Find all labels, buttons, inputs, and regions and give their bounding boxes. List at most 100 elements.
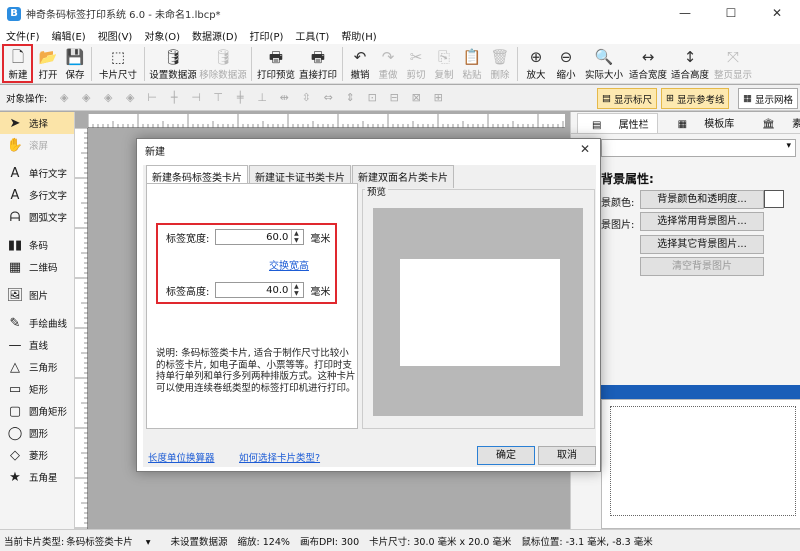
tab-templates[interactable]: ▦ 模板库 bbox=[664, 113, 743, 132]
tool-multi-line-text[interactable]: A 多行文字 bbox=[0, 184, 74, 206]
spinner-arrows-icon[interactable]: ▲ ▼ bbox=[291, 230, 300, 244]
menu-item[interactable]: 文件(F) bbox=[6, 28, 40, 43]
other-background-image-button[interactable]: 选择其它背景图片... bbox=[640, 235, 764, 254]
close-button[interactable]: ✕ bbox=[754, 0, 800, 27]
menu-item[interactable]: 帮助(H) bbox=[341, 28, 376, 43]
fit-width-icon: ↔ bbox=[641, 48, 655, 66]
ungroup-icon[interactable]: ⊟ bbox=[385, 91, 403, 105]
undo-button[interactable]: ↶ 撤销 bbox=[346, 44, 374, 82]
toolbar-separator bbox=[251, 47, 252, 81]
width-input[interactable]: 60.0 ▲ ▼ bbox=[215, 229, 305, 245]
tool-arc-text[interactable]: ᗩ 圆弧文字 bbox=[0, 206, 74, 228]
remove-database-button[interactable]: 🛢 移除数据源 bbox=[198, 44, 248, 82]
maximize-button[interactable]: ☐ bbox=[708, 0, 754, 27]
tool-hand[interactable]: ✋ 滚屏 bbox=[0, 134, 74, 156]
tool-barcode[interactable]: ▮▮ 条码 bbox=[0, 234, 74, 256]
layer-top-icon[interactable]: ◈ bbox=[99, 91, 117, 105]
background-heading: 背景属性: bbox=[601, 172, 654, 186]
minimize-button[interactable]: — bbox=[662, 0, 708, 27]
paste-button[interactable]: 📋 粘贴 bbox=[458, 44, 486, 82]
tool-image[interactable]: 🖼 图片 bbox=[0, 284, 74, 306]
toolbar-label: 粘贴 bbox=[462, 70, 482, 81]
background-color-label: 景颜色: bbox=[601, 198, 635, 209]
align-left-icon[interactable]: ⊢ bbox=[143, 91, 161, 105]
tab-properties[interactable]: ▤ 属性栏 bbox=[577, 112, 658, 133]
full-page-button[interactable]: ⤧ 整页显示 bbox=[711, 44, 755, 82]
tab-materials[interactable]: 🏛 素材库 bbox=[748, 113, 800, 132]
show-grid-toggle[interactable]: ▦ 显示网格 bbox=[738, 88, 798, 109]
tool-ellipse[interactable]: ◯ 圆形 bbox=[0, 422, 74, 444]
tool-label: 多行文字 bbox=[29, 191, 68, 202]
layer-up-icon[interactable]: ◈ bbox=[55, 91, 73, 105]
align-right-icon[interactable]: ⊣ bbox=[187, 91, 205, 105]
preview-label-shape bbox=[400, 259, 560, 366]
group-icon[interactable]: ⊡ bbox=[363, 91, 381, 105]
tool-rectangle[interactable]: ▭ 矩形 bbox=[0, 378, 74, 400]
layer-bottom-icon[interactable]: ◈ bbox=[121, 91, 139, 105]
redo-button[interactable]: ↷ 重做 bbox=[374, 44, 402, 82]
print-preview-button[interactable]: 🖶 打印预览 bbox=[255, 44, 297, 82]
toolbar-label: 打开 bbox=[38, 70, 58, 81]
toolbar-label: 直接打印 bbox=[298, 70, 337, 81]
tool-triangle[interactable]: △ 三角形 bbox=[0, 356, 74, 378]
tool-line[interactable]: — 直线 bbox=[0, 334, 74, 356]
show-ruler-toggle[interactable]: ▤ 显示标尺 bbox=[597, 88, 657, 109]
lock-icon[interactable]: ⊠ bbox=[407, 91, 425, 105]
swap-width-height-link[interactable]: 交换宽高 bbox=[269, 257, 309, 272]
card-type-dropdown[interactable]: 条码标签类卡片 ▾ bbox=[66, 534, 160, 548]
fit-width-button[interactable]: ↔ 适合宽度 bbox=[627, 44, 669, 82]
ok-button[interactable]: 确定 bbox=[477, 446, 535, 465]
menu-item[interactable]: 视图(V) bbox=[98, 28, 133, 43]
tool-single-line-text[interactable]: A 单行文字 bbox=[0, 162, 74, 184]
zoom-in-button[interactable]: ⊕ 放大 bbox=[521, 44, 551, 82]
align-middle-icon[interactable]: ╪ bbox=[231, 91, 249, 105]
copy-button[interactable]: ⎘ 复制 bbox=[430, 44, 458, 82]
tool-rounded-rectangle[interactable]: ▢ 圆角矩形 bbox=[0, 400, 74, 422]
cut-button[interactable]: ✂ 剪切 bbox=[402, 44, 430, 82]
same-height-icon[interactable]: ⇕ bbox=[341, 91, 359, 105]
tool-star[interactable]: ★ 五角星 bbox=[0, 466, 74, 488]
width-unit: 毫米 bbox=[310, 233, 331, 245]
cancel-button[interactable]: 取消 bbox=[538, 446, 596, 465]
how-to-choose-type-link[interactable]: 如何选择卡片类型? bbox=[239, 450, 320, 464]
distribute-h-icon[interactable]: ⇹ bbox=[275, 91, 293, 105]
layer-down-icon[interactable]: ◈ bbox=[77, 91, 95, 105]
menu-item[interactable]: 对象(O) bbox=[144, 28, 180, 43]
database-button[interactable]: 🛢 设置数据源 bbox=[148, 44, 198, 82]
fit-height-button[interactable]: ↕ 适合高度 bbox=[669, 44, 711, 82]
align-top-icon[interactable]: ⊤ bbox=[209, 91, 227, 105]
unlock-icon[interactable]: ⊞ bbox=[429, 91, 447, 105]
menu-item[interactable]: 数据源(D) bbox=[192, 28, 238, 43]
show-guides-toggle[interactable]: ⊞ 显示参考线 bbox=[661, 88, 730, 109]
height-label: 标签高度: bbox=[166, 286, 210, 298]
open-button[interactable]: 📂 打开 bbox=[34, 44, 62, 82]
menu-item[interactable]: 打印(P) bbox=[250, 28, 284, 43]
card-size-button[interactable]: ⬚ 卡片尺寸 bbox=[95, 44, 141, 82]
object-selector[interactable]: ▾ bbox=[601, 139, 796, 157]
menu-item[interactable]: 工具(T) bbox=[295, 28, 329, 43]
actual-size-button[interactable]: 🔍 实际大小 bbox=[581, 44, 627, 82]
align-bottom-icon[interactable]: ⊥ bbox=[253, 91, 271, 105]
common-background-image-button[interactable]: 选择常用背景图片... bbox=[640, 212, 764, 231]
qrcode-icon: ▦ bbox=[8, 259, 22, 275]
align-center-icon[interactable]: ┼ bbox=[165, 91, 183, 105]
background-color-swatch[interactable] bbox=[764, 190, 784, 208]
tool-pointer[interactable]: ➤ 选择 bbox=[0, 112, 74, 134]
dialog-close-button[interactable]: ✕ bbox=[580, 142, 590, 156]
same-width-icon[interactable]: ⇔ bbox=[319, 91, 337, 105]
toolbar-label: 设置数据源 bbox=[149, 70, 197, 81]
tool-qrcode[interactable]: ▦ 二维码 bbox=[0, 256, 74, 278]
menu-item[interactable]: 编辑(E) bbox=[52, 28, 86, 43]
clear-background-image-button[interactable]: 清空背景图片 bbox=[640, 257, 764, 276]
height-input[interactable]: 40.0 ▲ ▼ bbox=[215, 282, 305, 298]
tool-freehand[interactable]: ✎ 手绘曲线 bbox=[0, 312, 74, 334]
save-button[interactable]: 💾 保存 bbox=[62, 44, 88, 82]
spinner-arrows-icon[interactable]: ▲ ▼ bbox=[291, 283, 300, 297]
zoom-out-button[interactable]: ⊖ 缩小 bbox=[551, 44, 581, 82]
distribute-v-icon[interactable]: ⇳ bbox=[297, 91, 315, 105]
tool-diamond[interactable]: ◇ 菱形 bbox=[0, 444, 74, 466]
print-button[interactable]: 🖶 直接打印 bbox=[297, 44, 339, 82]
delete-button[interactable]: 🗑 删除 bbox=[486, 44, 514, 82]
unit-converter-link[interactable]: 长度单位换算器 bbox=[148, 450, 215, 464]
background-color-button[interactable]: 背景颜色和透明度... bbox=[640, 190, 764, 209]
